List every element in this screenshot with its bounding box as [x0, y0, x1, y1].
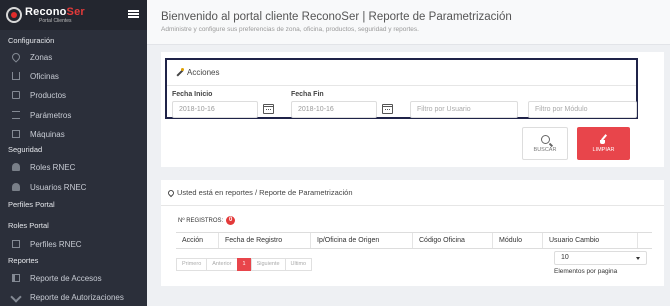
calendar-icon[interactable]	[382, 104, 393, 114]
buscar-button[interactable]: BUSCAR	[522, 127, 568, 160]
chevron-down-icon	[636, 257, 640, 260]
table-header: Acción Fecha de Registro Ip/Oficina de O…	[176, 232, 652, 249]
actions-panel: Acciones Fecha Inicio 2018-10-16 Fecha F…	[161, 52, 664, 167]
check-icon	[10, 291, 22, 303]
pagination-last[interactable]: Ultimo	[284, 258, 313, 271]
sidebar-item-label: Máquinas	[30, 129, 65, 139]
modulo-filter-input[interactable]: Filtro por Módulo	[528, 101, 637, 118]
sidebar-item-zonas[interactable]: Zonas	[0, 48, 147, 66]
sidebar-item-label: Parámetros	[30, 110, 72, 120]
section-perfiles-portal[interactable]: Perfiles Portal	[0, 197, 55, 213]
sidebar-item-roles-rnec[interactable]: Roles RNEC	[0, 158, 147, 176]
per-page-label: Elementos por pagina	[554, 268, 618, 275]
column-header[interactable]: Código Oficina	[413, 233, 493, 248]
section-seguridad: Seguridad	[8, 145, 43, 154]
pagination-page[interactable]: 1	[236, 258, 252, 271]
home-icon	[12, 72, 20, 80]
acciones-title: Acciones	[175, 68, 219, 77]
monitor-icon	[12, 130, 20, 138]
pagination-prev[interactable]: Anterior	[206, 258, 238, 271]
divider	[167, 85, 636, 86]
hamburger-menu-icon[interactable]	[128, 10, 139, 18]
sidebar-item-label: Zonas	[30, 52, 53, 62]
credit-card-icon	[12, 91, 20, 99]
section-roles-portal[interactable]: Roles Portal	[0, 218, 49, 234]
sidebar-item-maquinas[interactable]: Máquinas	[0, 125, 147, 143]
page-title: Bienvenido al portal cliente ReconoSer |…	[161, 11, 512, 23]
sidebar-item-productos[interactable]: Productos	[0, 86, 147, 104]
page-subtitle: Administre y configure sus preferencias …	[161, 26, 419, 33]
sidebar-item-usuarios-rnec[interactable]: Usuarios RNEC	[0, 178, 147, 196]
section-reportes: Reportes	[8, 256, 39, 265]
calendar-icon[interactable]	[263, 104, 274, 114]
acciones-title-text: Acciones	[187, 68, 220, 77]
column-header[interactable]: Ip/Oficina de Origen	[311, 233, 413, 248]
column-header[interactable]: Usuario Cambio	[543, 233, 638, 248]
book-icon	[12, 274, 20, 282]
main-content: Bienvenido al portal cliente ReconoSer |…	[147, 0, 670, 306]
report-panel: Usted está en reportes / Reporte de Para…	[161, 180, 664, 286]
paint-brush-icon	[599, 134, 609, 144]
fecha-inicio-label: Fecha Inicio	[172, 91, 213, 98]
page-header: Bienvenido al portal cliente ReconoSer |…	[147, 0, 670, 45]
fecha-fin-input[interactable]: 2018-10-16	[291, 101, 377, 118]
users-icon	[12, 183, 20, 191]
sidebar-item-label: Roles RNEC	[30, 162, 76, 172]
sidebar: ReconoSer Portal Clientes Configuración …	[0, 0, 147, 306]
column-header[interactable]: Fecha de Registro	[219, 233, 311, 248]
sidebar-item-parametros[interactable]: Parámetros	[0, 106, 147, 124]
sidebar-item-label: Usuarios RNEC	[30, 182, 87, 192]
sidebar-item-reporte-accesos[interactable]: Reporte de Accesos	[0, 269, 147, 287]
registros-label: Nº REGISTROS:	[178, 217, 224, 224]
registros-count: Nº REGISTROS: 0	[178, 216, 236, 225]
sidebar-item-oficinas[interactable]: Oficinas	[0, 67, 147, 85]
sidebar-item-reporte-autorizaciones[interactable]: Reporte de Autorizaciones	[0, 288, 147, 306]
limpiar-button[interactable]: LIMPIAR	[577, 127, 630, 160]
report-breadcrumb-text: Usted está en reportes / Reporte de Para…	[177, 188, 353, 197]
divider	[161, 205, 664, 206]
per-page-value: 10	[561, 254, 569, 261]
sidebar-item-label: Perfiles RNEC	[30, 239, 82, 249]
pagination-first[interactable]: Primero	[176, 258, 208, 271]
limpiar-label: LIMPIAR	[592, 147, 615, 153]
registros-badge: 0	[226, 216, 236, 225]
acciones-box: Acciones Fecha Inicio 2018-10-16 Fecha F…	[165, 58, 638, 119]
sidebar-item-perfiles-rnec[interactable]: Perfiles RNEC	[0, 235, 147, 253]
search-icon	[540, 135, 550, 144]
pagination: Primero Anterior 1 Siguiente Ultimo	[176, 258, 313, 271]
fecha-fin-label: Fecha Fin	[291, 91, 324, 98]
sidebar-item-label: Reporte de Autorizaciones	[30, 292, 124, 302]
brand-subtitle: Portal Clientes	[39, 17, 72, 24]
report-breadcrumb: Usted está en reportes / Reporte de Para…	[166, 188, 353, 197]
map-marker-icon	[166, 188, 176, 197]
brand-logo-icon	[6, 7, 22, 23]
section-configuracion: Configuración	[8, 36, 55, 45]
usuario-filter-input[interactable]: Filtro por Usuario	[410, 101, 518, 118]
column-header[interactable]: Módulo	[493, 233, 543, 248]
column-header-spacer	[638, 233, 652, 248]
per-page-select[interactable]: 10	[554, 251, 647, 265]
map-marker-icon	[10, 51, 22, 63]
fecha-inicio-input[interactable]: 2018-10-16	[172, 101, 258, 118]
brand-name: ReconoSer	[25, 5, 85, 18]
buscar-label: BUSCAR	[533, 147, 557, 153]
column-header[interactable]: Acción	[176, 233, 219, 248]
pagination-next[interactable]: Siguiente	[250, 258, 286, 271]
sidebar-item-label: Productos	[30, 90, 67, 100]
file-icon	[12, 240, 20, 248]
magic-wand-icon	[175, 68, 184, 77]
sidebar-item-label: Reporte de Accesos	[30, 273, 102, 283]
sidebar-item-label: Oficinas	[30, 71, 59, 81]
users-icon	[12, 163, 20, 171]
list-icon	[12, 111, 20, 119]
brand: ReconoSer Portal Clientes	[0, 0, 147, 30]
